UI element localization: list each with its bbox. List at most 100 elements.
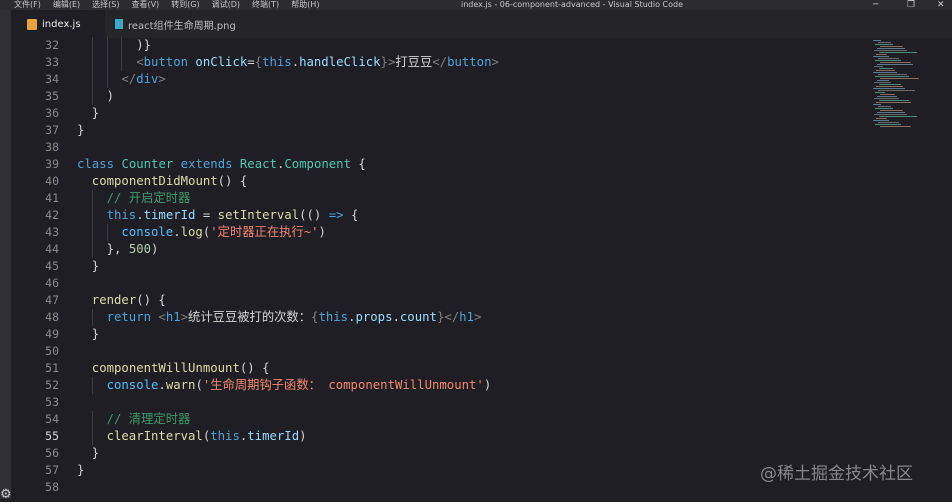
line-number: 47 [45, 293, 59, 307]
line-number: 32 [45, 38, 59, 52]
code-token: </ [444, 310, 460, 324]
code-text: // 开启定时器 [107, 190, 191, 207]
menu-item[interactable]: 转到(G) [171, 0, 199, 10]
code-token: . [136, 208, 144, 222]
minimap-line [873, 104, 881, 105]
line-number: 34 [45, 72, 59, 86]
menu-item[interactable]: 终端(T) [252, 0, 279, 10]
code-text: } [92, 326, 99, 343]
minimap[interactable] [871, 38, 952, 499]
code-line[interactable]: 52 console.warn('生命周期钩子函数： componentWillU… [11, 377, 871, 394]
code-line[interactable]: 38 [11, 139, 871, 156]
line-number: 58 [45, 480, 59, 494]
code-line[interactable]: 45} [11, 258, 871, 275]
indent-guide [121, 54, 123, 71]
code-line[interactable]: 49} [11, 326, 871, 343]
minimap-line [875, 124, 901, 125]
code-line[interactable]: 54 // 清理定时器 [11, 411, 871, 428]
code-line[interactable]: 37} [11, 122, 871, 139]
code-token: = [195, 208, 218, 222]
watermark: @稀土掘金技术社区 [760, 464, 913, 484]
indent-guide [91, 411, 93, 428]
code-line[interactable]: 58 [11, 479, 871, 496]
minimap-line [874, 98, 899, 99]
menu-item[interactable]: 选择(S) [92, 0, 119, 10]
code-line[interactable]: 47 render() { [11, 292, 871, 309]
code-token: . [291, 55, 300, 69]
menu-item[interactable]: 调试(D) [212, 0, 240, 10]
indent-guide [106, 54, 108, 71]
code-token: // 清理定时器 [106, 412, 191, 426]
code-line[interactable]: 39 class Counter extends React.Component … [11, 156, 871, 173]
minimap-line [880, 62, 911, 63]
menu-item[interactable]: 文件(F) [14, 0, 41, 10]
minimap-line [876, 54, 887, 55]
code-editor[interactable]: 32)} 33 <button onClick={this.handleClick}… [11, 37, 871, 499]
maximize-icon[interactable]: ❐ [907, 0, 915, 10]
code-line[interactable]: 50 [11, 343, 871, 360]
code-token: </ [121, 72, 137, 86]
menu-item[interactable]: 编辑(E) [53, 0, 80, 10]
code-line[interactable]: 42 this.timerId = setInterval(() => { [11, 207, 871, 224]
code-line[interactable]: 51 componentWillUnmount() { [11, 360, 871, 377]
minimap-line [877, 80, 889, 81]
code-line[interactable]: 41 // 开启定时器 [11, 190, 871, 207]
code-text: </div> [121, 71, 165, 88]
gear-icon[interactable]: ⚙ [0, 488, 12, 502]
code-text: console.log('定时器正在执行~') [121, 224, 326, 241]
tab-react-lifecycle-png[interactable]: react组件生命周期.png [115, 10, 255, 38]
line-number: 43 [45, 225, 59, 239]
code-token: () { [239, 361, 270, 375]
line-number: 49 [45, 327, 59, 341]
code-text: }, 500) [107, 241, 159, 258]
indent-guide [91, 241, 93, 258]
indent-guide [91, 71, 93, 88]
minimize-icon[interactable]: ─ [873, 0, 878, 10]
code-line[interactable]: 56} [11, 445, 871, 462]
code-line[interactable]: 33 <button onClick={this.handleClick}>打豆豆… [11, 54, 871, 71]
code-line[interactable]: 46 [11, 275, 871, 292]
menu-item[interactable]: 查看(V) [131, 0, 159, 10]
code-line[interactable]: 34 </div> [11, 71, 871, 88]
code-token: h1 [459, 310, 474, 324]
code-token: Counter [121, 157, 174, 171]
line-number: 39 [45, 157, 59, 171]
code-text: // 清理定时器 [107, 411, 191, 428]
code-line[interactable]: 36} [11, 105, 871, 122]
code-line[interactable]: 40 componentDidMount() { [11, 173, 871, 190]
tab-index-js[interactable]: index.js [11, 10, 105, 38]
code-token: } [380, 55, 388, 69]
code-token: this [106, 208, 137, 222]
code-line[interactable]: 53 [11, 394, 871, 411]
code-line[interactable]: 43 console.log('定时器正在执行~') [11, 224, 871, 241]
code-line[interactable]: 35) [11, 88, 871, 105]
code-token: } [77, 123, 85, 137]
code-token: props [355, 310, 393, 324]
indent-guide [91, 190, 93, 207]
editor-tabs: index.js react组件生命周期.png [11, 10, 952, 38]
code-token: 打豆豆 [395, 55, 433, 69]
minimap-line [879, 68, 893, 69]
window-title: index.js - 06-component-advanced - Visua… [461, 0, 683, 9]
title-bar: 文件(F) 编辑(E) 选择(S) 查看(V) 转到(G) 调试(D) 终端(T) 帮助(H)… [0, 0, 952, 10]
code-line[interactable]: 32)} [11, 37, 871, 54]
menu-item[interactable]: 帮助(H) [291, 0, 319, 10]
code-token: } [91, 106, 100, 120]
code-line[interactable]: 55 clearInterval(this.timerId) [11, 428, 871, 445]
minimap-line [874, 66, 883, 67]
code-line[interactable]: 44}, 500) [11, 241, 871, 258]
line-number: 51 [45, 361, 59, 375]
code-token: { [343, 208, 359, 222]
indent-guide [121, 37, 123, 54]
code-line[interactable]: 48 return <h1>统计豆豆被打的次数：{this.props.count… [11, 309, 871, 326]
code-token: { [254, 55, 263, 69]
close-icon[interactable]: ✕ [937, 0, 945, 10]
code-line[interactable]: 57} [11, 462, 871, 479]
minimap-line [876, 70, 895, 71]
code-token: 统计豆豆被打的次数： [188, 310, 312, 324]
line-number: 54 [45, 412, 59, 426]
minimap-line [879, 116, 917, 117]
code-token: ) [299, 429, 307, 443]
code-token: this [210, 429, 240, 443]
code-token: timerId [143, 208, 196, 222]
